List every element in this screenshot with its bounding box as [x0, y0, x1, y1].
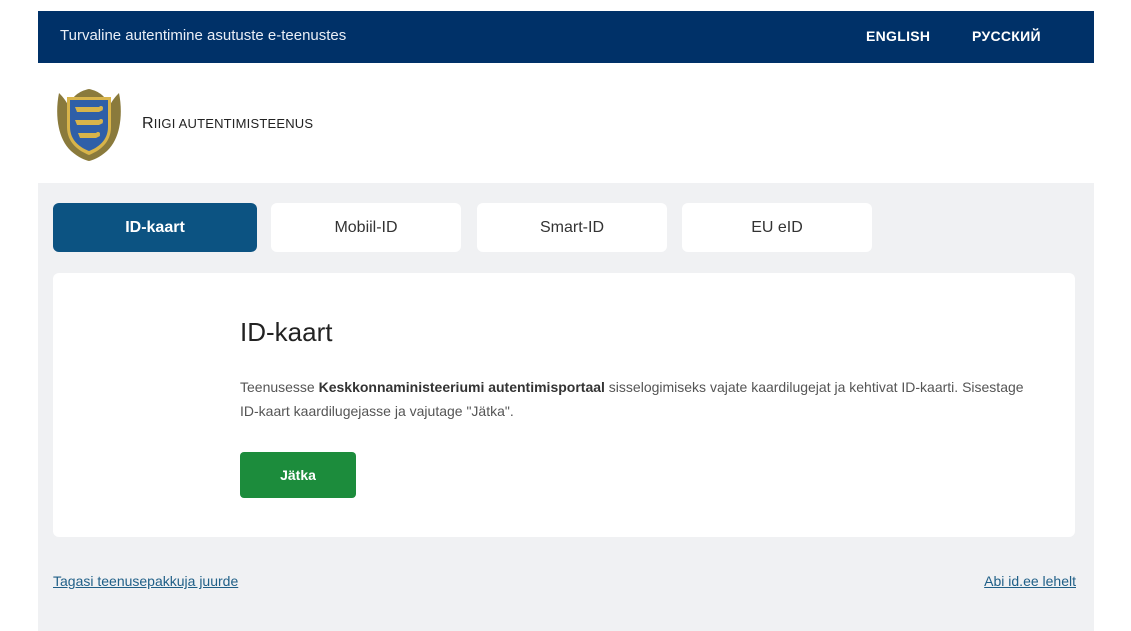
service-provider-name: Keskkonnaministeeriumi autentimisportaal — [318, 379, 605, 395]
header: RIIGI AUTENTIMISTEENUS — [38, 63, 1094, 183]
tab-smart-id[interactable]: Smart-ID — [477, 203, 667, 252]
continue-button[interactable]: Jätka — [240, 452, 356, 498]
language-russian-link[interactable]: РУССКИЙ — [972, 11, 1041, 61]
tab-eu-eid[interactable]: EU eID — [682, 203, 872, 252]
card-description: Teenusesse Keskkonnaministeeriumi autent… — [240, 375, 1030, 423]
main-area: ID-kaart Mobiil-ID Smart-ID EU eID ID-ka… — [38, 183, 1094, 631]
desc-text-start: Teenusesse — [240, 379, 319, 395]
language-english-link[interactable]: ENGLISH — [866, 11, 930, 61]
tagline: Turvaline autentimine asutuste e-teenust… — [60, 27, 347, 44]
card-title: ID-kaart — [240, 317, 333, 347]
help-link[interactable]: Abi id.ee lehelt — [984, 573, 1076, 589]
service-name-initial: R — [142, 115, 154, 132]
tab-id-kaart[interactable]: ID-kaart — [53, 203, 257, 252]
service-name: RIIGI AUTENTIMISTEENUS — [142, 63, 313, 185]
service-name-rest: IIGI AUTENTIMISTEENUS — [153, 116, 314, 131]
auth-card: ID-kaart Teenusesse Keskkonnaministeeriu… — [53, 273, 1075, 537]
back-to-provider-link[interactable]: Tagasi teenusepakkuja juurde — [53, 573, 238, 589]
tab-mobiil-id[interactable]: Mobiil-ID — [271, 203, 461, 252]
top-bar: Turvaline autentimine asutuste e-teenust… — [38, 11, 1094, 63]
estonian-coat-of-arms-icon — [57, 89, 121, 161]
